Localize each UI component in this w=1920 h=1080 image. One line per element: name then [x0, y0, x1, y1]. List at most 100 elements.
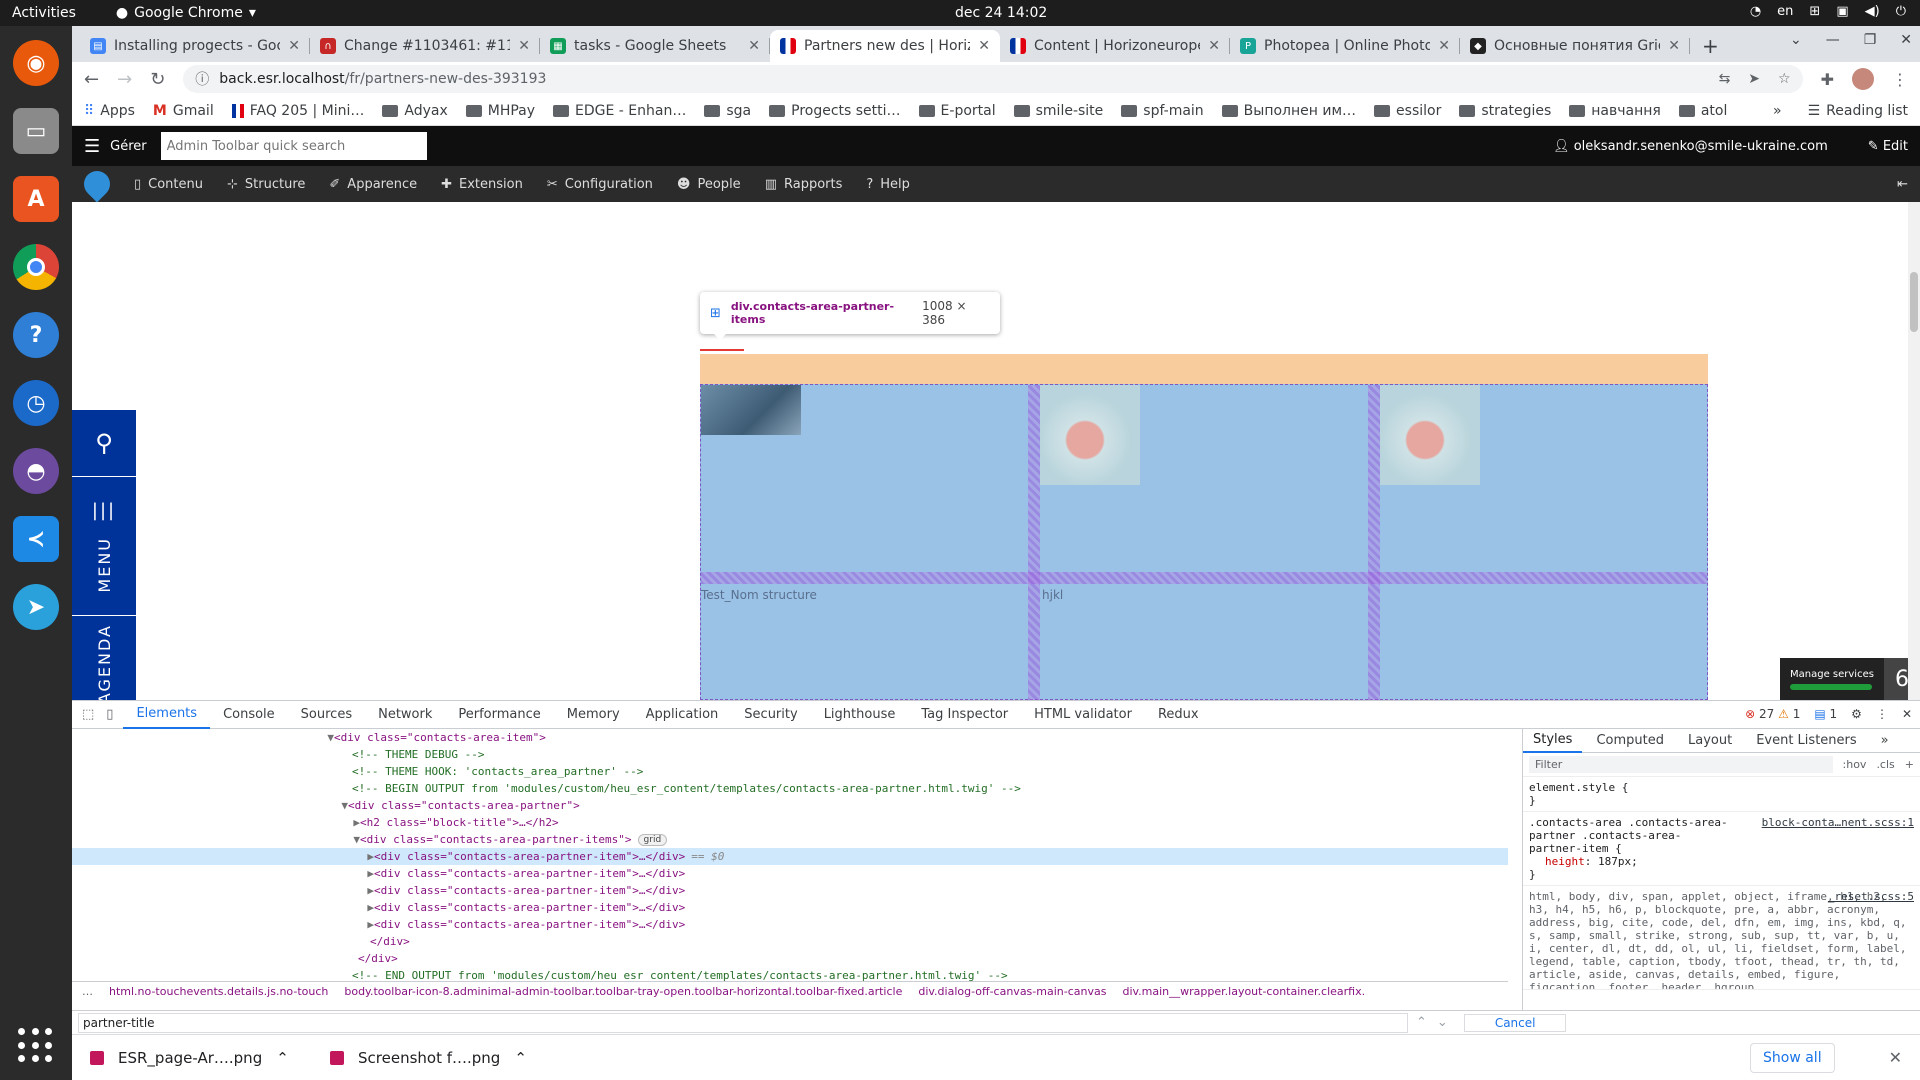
bookmark-folder[interactable]: strategies: [1459, 103, 1551, 119]
settings-gear-icon[interactable]: ⚙: [1851, 707, 1862, 721]
tab[interactable]: ▤ Installing progects - Goo ✕: [80, 30, 310, 62]
dom-node[interactable]: </div>: [72, 933, 1508, 950]
system-tray[interactable]: ◔ en ⊞ ▣ ◀) ⏻: [1750, 4, 1906, 19]
dom-node[interactable]: ▶ <div class="contacts-area-partner-item"…: [72, 899, 1508, 916]
tab-performance[interactable]: Performance: [445, 701, 553, 729]
tab-memory[interactable]: Memory: [554, 701, 633, 729]
collapse-tray-icon[interactable]: ⇤: [1897, 177, 1908, 192]
dom-comment[interactable]: <!-- BEGIN OUTPUT from 'modules/custom/h…: [72, 780, 1508, 797]
manage-services-widget[interactable]: Manage services 6: [1780, 658, 1920, 700]
bookmark-folder[interactable]: atol: [1678, 103, 1727, 119]
bookmarks-overflow[interactable]: » ☰ Reading list: [1773, 103, 1908, 119]
sidebar-search-button[interactable]: ⚲: [72, 410, 136, 476]
bookmark-folder[interactable]: essilor: [1374, 103, 1441, 119]
tab-lighthouse[interactable]: Lighthouse: [811, 701, 909, 729]
close-icon[interactable]: ✕: [1438, 38, 1450, 54]
menu-people[interactable]: ☻ People: [677, 177, 741, 192]
chevron-up-icon[interactable]: ⌃: [514, 1049, 527, 1067]
dom-node[interactable]: ▼ <div class="contacts-area-item">: [72, 729, 1508, 746]
breadcrumb-item[interactable]: div.dialog-off-canvas-main-canvas: [918, 985, 1106, 998]
bookmark-folder[interactable]: Выполнен им…: [1221, 103, 1356, 119]
dom-node[interactable]: ▼ <div class="contacts-area-partner-items…: [72, 831, 1508, 848]
inspect-element-icon[interactable]: ⬚: [82, 707, 94, 722]
app-menu[interactable]: ● Google Chrome ▾: [116, 5, 256, 21]
bookmark-star-icon[interactable]: ☆: [1778, 71, 1791, 87]
sidebar-agenda-button[interactable]: AGENDA: [72, 616, 136, 700]
bookmark-apps[interactable]: ⠿ Apps: [84, 103, 135, 119]
bookmark-folder[interactable]: Adyax: [382, 103, 448, 119]
tab[interactable]: Content | Horizoneurope ✕: [1000, 30, 1230, 62]
bookmark-folder[interactable]: навчання: [1569, 103, 1661, 119]
kebab-menu-icon[interactable]: ⋮: [1892, 70, 1908, 89]
tab-search-icon[interactable]: ⌄: [1790, 32, 1802, 48]
firefox-icon[interactable]: ◉: [13, 40, 59, 86]
find-cancel-button[interactable]: Cancel: [1463, 1013, 1567, 1032]
forward-icon[interactable]: →: [117, 69, 132, 90]
close-window-icon[interactable]: ✕: [1900, 32, 1912, 48]
dom-node[interactable]: ▶ <div class="contacts-area-partner-item"…: [72, 865, 1508, 882]
manage-button[interactable]: ☰ Gérer: [84, 136, 147, 157]
show-all-button[interactable]: Show all: [1750, 1042, 1835, 1073]
tab-html-validator[interactable]: HTML validator: [1021, 701, 1145, 729]
style-source-link[interactable]: _reset.scss:5: [1828, 890, 1914, 903]
tab[interactable]: ∩ Change #1103461: #110… ✕: [310, 30, 540, 62]
dom-comment[interactable]: <!-- END OUTPUT from 'modules/custom/heu…: [72, 967, 1508, 981]
partner-logo-image[interactable]: [1380, 385, 1480, 485]
reload-icon[interactable]: ↻: [150, 69, 165, 90]
chevron-up-icon[interactable]: ⌃: [276, 1049, 289, 1067]
style-source-link[interactable]: block-conta…nent.scss:1: [1762, 816, 1914, 829]
device-toolbar-icon[interactable]: ▯: [106, 707, 113, 722]
menu-extend[interactable]: ✚ Extension: [441, 177, 523, 192]
download-item[interactable]: Screenshot f….png ⌃: [330, 1049, 530, 1067]
profile-avatar[interactable]: [1852, 68, 1874, 90]
menu-configuration[interactable]: ✂ Configuration: [547, 177, 653, 192]
sidebar-menu-button[interactable]: ||| MENU: [72, 477, 136, 615]
tab[interactable]: P Photopea | Online Photo ✕: [1230, 30, 1460, 62]
bookmark-gmail[interactable]: M Gmail: [153, 103, 214, 119]
highlight-grid-area[interactable]: Test_Nom structure hjkl: [700, 384, 1708, 700]
partner-logo-image[interactable]: [701, 385, 801, 435]
find-next-icon[interactable]: ⌄: [1437, 1015, 1448, 1030]
bookmark-faq[interactable]: FAQ 205 | Mini…: [231, 103, 364, 119]
dom-comment[interactable]: <!-- THEME DEBUG -->: [72, 746, 1508, 763]
dom-node[interactable]: ▶ <div class="contacts-area-partner-item"…: [72, 916, 1508, 933]
menu-help[interactable]: ? Help: [866, 177, 910, 192]
tab-elements[interactable]: Elements: [123, 701, 211, 729]
dom-tree[interactable]: ▼ <div class="contacts-area-item"> <!-- T…: [72, 729, 1508, 981]
tab-layout[interactable]: Layout: [1678, 729, 1742, 753]
menu-appearance[interactable]: ✐ Apparence: [329, 177, 417, 192]
clock[interactable]: dec 24 14:02: [955, 5, 1047, 21]
close-icon[interactable]: ✕: [748, 38, 760, 54]
find-input[interactable]: partner-title: [78, 1012, 1408, 1033]
tab-styles[interactable]: Styles: [1523, 729, 1583, 753]
drupal-logo-icon[interactable]: [78, 165, 116, 203]
admin-quick-search-input[interactable]: [160, 132, 427, 160]
bookmark-folder[interactable]: MHPay: [465, 103, 535, 119]
user-menu[interactable]: 👤︎ oleksandr.senenko@smile-ukraine.com: [1553, 139, 1828, 154]
bookmark-folder[interactable]: Progects setti…: [769, 103, 901, 119]
dom-comment[interactable]: <!-- THEME HOOK: 'contacts_area_partner'…: [72, 763, 1508, 780]
tab[interactable]: ◆ Основные понятия Grid ✕: [1460, 30, 1690, 62]
scrollbar-thumb[interactable]: [1910, 272, 1918, 332]
partner-logo-image[interactable]: [1040, 385, 1140, 485]
messages-counter[interactable]: ▤ 1: [1814, 707, 1837, 721]
css-value[interactable]: 187px;: [1598, 855, 1638, 868]
issues-counter[interactable]: ⊗ 27 ⚠ 1: [1745, 707, 1800, 721]
close-icon[interactable]: ✕: [518, 38, 530, 54]
tab-network[interactable]: Network: [365, 701, 445, 729]
show-apps-icon[interactable]: [18, 1028, 54, 1064]
more-tabs-icon[interactable]: »: [1871, 729, 1899, 753]
reading-list-button[interactable]: Reading list: [1826, 103, 1908, 119]
menu-content[interactable]: ▯ Contenu: [134, 177, 203, 192]
dom-node[interactable]: ▼ <div class="contacts-area-partner">: [72, 797, 1508, 814]
bookmark-folder[interactable]: sga: [704, 103, 751, 119]
menu-reports[interactable]: ▥ Rapports: [765, 177, 843, 192]
style-rule[interactable]: block-conta…nent.scss:1 .contacts-area .…: [1523, 812, 1920, 886]
minimize-icon[interactable]: —: [1826, 32, 1840, 48]
close-icon[interactable]: ✕: [288, 38, 300, 54]
tab-active[interactable]: Partners new des | Horiz ✕: [770, 30, 1000, 62]
language-indicator[interactable]: en: [1777, 4, 1793, 19]
css-property[interactable]: height: [1545, 855, 1585, 868]
dom-node-selected[interactable]: ▶ <div class="contacts-area-partner-item"…: [72, 848, 1508, 865]
back-icon[interactable]: ←: [84, 69, 99, 90]
